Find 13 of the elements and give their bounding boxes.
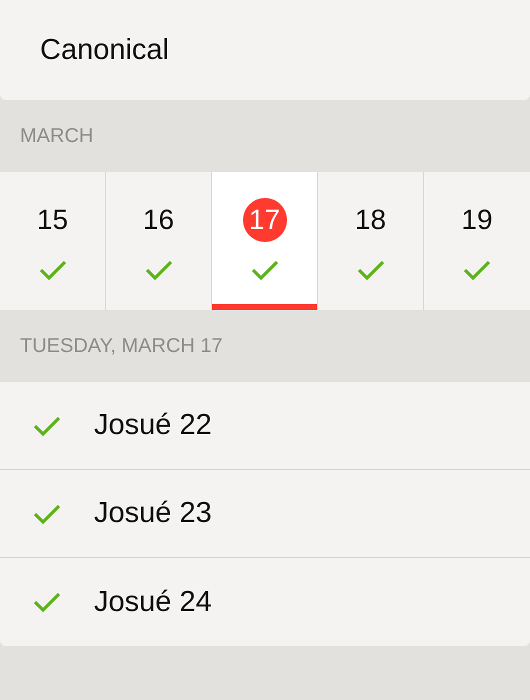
date-header: TUESDAY, MARCH 17: [20, 334, 223, 358]
month-header: MARCH: [20, 124, 94, 148]
checkmark-icon: [462, 258, 492, 282]
reading-label[interactable]: Josué 22: [94, 409, 212, 442]
page-title: Canonical: [40, 34, 169, 66]
checkmark-icon: [250, 258, 280, 282]
checkmark-icon: [38, 258, 68, 282]
checkmark-icon: [356, 258, 386, 282]
reading-label[interactable]: Josué 24: [94, 586, 212, 618]
day-tab[interactable]: 17: [212, 172, 318, 310]
reading-label[interactable]: Josué 23: [94, 497, 212, 530]
checkmark-icon: [144, 258, 174, 282]
checkmark-icon: [32, 590, 62, 614]
